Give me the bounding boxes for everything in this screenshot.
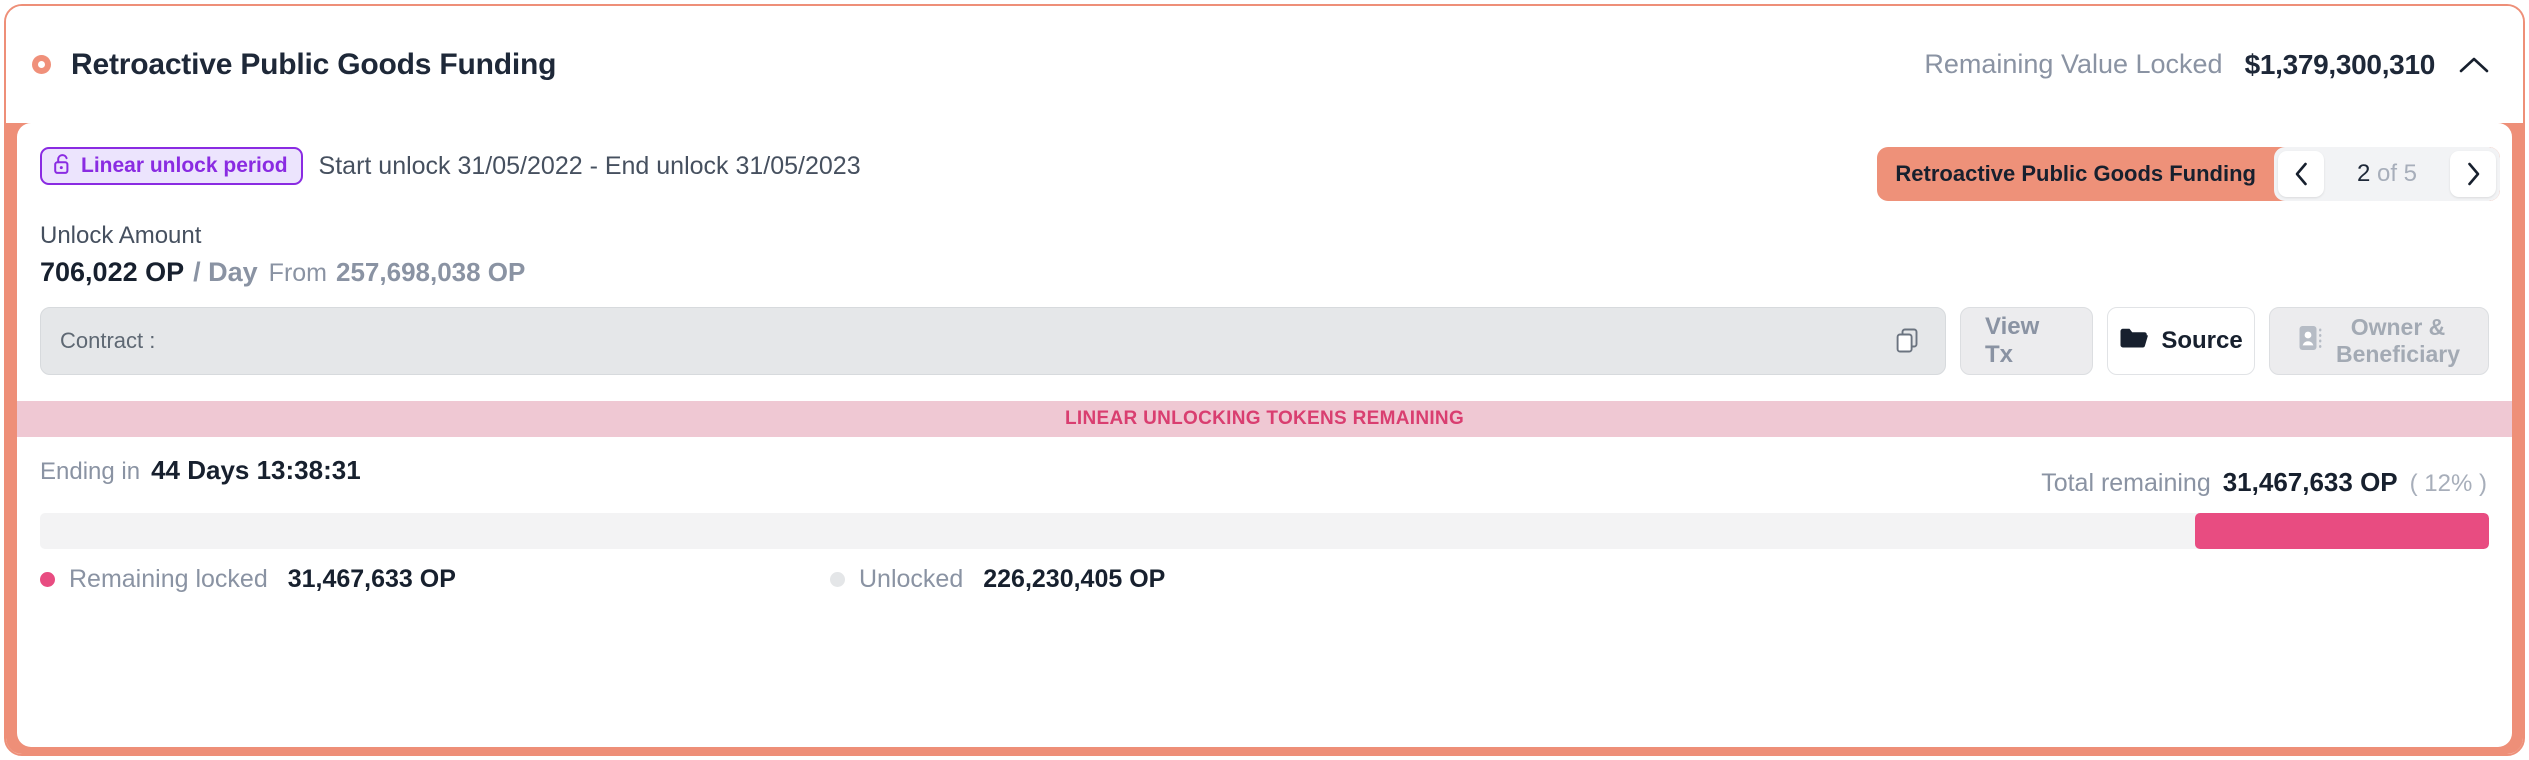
legend-dot-unlocked — [830, 572, 845, 587]
source-label: Source — [2161, 327, 2243, 354]
legend-label-remaining-locked: Remaining locked — [69, 565, 268, 593]
source-button[interactable]: Source — [2107, 307, 2255, 375]
legend-value-unlocked: 226,230,405 OP — [983, 565, 1166, 593]
detail-top-row: Linear unlock period Start unlock 31/05/… — [17, 123, 2512, 219]
owner-line-1: Owner & — [2350, 313, 2446, 340]
contact-card-icon — [2298, 323, 2324, 359]
remaining-value-locked-label: Remaining Value Locked — [1924, 49, 2223, 79]
pagination-controls: 2 of 5 — [2274, 147, 2500, 201]
unlock-date-range: Start unlock 31/05/2022 - End unlock 31/… — [318, 151, 861, 180]
unlock-detail-panel: Linear unlock period Start unlock 31/05/… — [17, 123, 2512, 747]
unlock-schedule-card: Retroactive Public Goods Funding Remaini… — [4, 4, 2525, 756]
unlock-amount-value: 706,022 OP — [40, 257, 185, 287]
chevron-up-icon[interactable] — [2457, 48, 2491, 82]
unlock-period-group: Linear unlock period Start unlock 31/05/… — [40, 147, 861, 185]
owner-beneficiary-label: Owner & Beneficiary — [2336, 314, 2460, 368]
view-tx-button[interactable]: View Tx — [1960, 307, 2093, 375]
linear-unlock-period-badge: Linear unlock period — [40, 147, 303, 185]
total-remaining-row: Total remaining 31,467,633 OP ( 12% ) — [2041, 467, 2487, 498]
legend-item-remaining-locked: Remaining locked 31,467,633 OP — [40, 565, 830, 594]
header-left-group: Retroactive Public Goods Funding — [32, 47, 557, 82]
unlock-amount-period: / Day — [193, 257, 258, 287]
header-right-group: Remaining Value Locked $1,379,300,310 — [1924, 48, 2491, 82]
folder-icon — [2119, 326, 2149, 357]
chevron-left-icon[interactable] — [2278, 151, 2324, 197]
contract-address-field[interactable]: Contract : — [40, 307, 1946, 375]
unlock-amount-label: Unlock Amount — [40, 222, 202, 249]
coral-frame: Linear unlock period Start unlock 31/05/… — [6, 123, 2523, 754]
card-header[interactable]: Retroactive Public Goods Funding Remaini… — [6, 6, 2523, 123]
remaining-value-locked-value: $1,379,300,310 — [2244, 48, 2436, 80]
contract-row: Contract : View Tx Source Owner & Benefi… — [40, 307, 2489, 375]
unlock-progress-fill — [2195, 513, 2489, 549]
linear-unlock-period-label: Linear unlock period — [81, 154, 288, 177]
total-remaining-label: Total remaining — [2041, 469, 2211, 497]
legend-item-unlocked: Unlocked 226,230,405 OP — [830, 565, 1165, 594]
pagination-current-page: 2 — [2356, 160, 2371, 187]
countdown-value: 44 Days 13:38:31 — [151, 455, 361, 485]
legend-dot-remaining-locked — [40, 572, 55, 587]
countdown-label: Ending in — [40, 458, 141, 485]
owner-line-2: Beneficiary — [2335, 341, 2460, 367]
page-title: Retroactive Public Goods Funding — [71, 47, 557, 81]
unlock-amount-from-label: From — [268, 259, 327, 287]
chevron-right-icon[interactable] — [2450, 151, 2496, 197]
unlock-padlock-icon — [53, 153, 72, 180]
schedule-pagination: Retroactive Public Goods Funding 2 of 5 — [1877, 147, 2500, 201]
progress-legend: Remaining locked 31,467,633 OP Unlocked … — [40, 565, 2489, 594]
unlock-amount-from-value: 257,698,038 OP — [336, 257, 526, 287]
pagination-counter: 2 of 5 — [2324, 160, 2450, 188]
copy-icon[interactable] — [1893, 326, 1923, 356]
token-dot-icon — [32, 55, 51, 74]
total-remaining-value: 31,467,633 OP — [2222, 467, 2398, 497]
contract-label: Contract : — [60, 328, 156, 353]
pagination-of-label: of — [2376, 160, 2397, 187]
linear-unlocking-banner-text: LINEAR UNLOCKING TOKENS REMAINING — [1064, 408, 1465, 429]
unlock-amount-row: 706,022 OP / Day From 257,698,038 OP — [40, 257, 525, 288]
owner-beneficiary-button[interactable]: Owner & Beneficiary — [2269, 307, 2489, 375]
legend-value-remaining-locked: 31,467,633 OP — [287, 565, 456, 593]
legend-label-unlocked: Unlocked — [859, 565, 964, 593]
linear-unlocking-banner: LINEAR UNLOCKING TOKENS REMAINING — [17, 401, 2512, 437]
total-remaining-percent: ( 12% ) — [2409, 470, 2487, 497]
pagination-current-name: Retroactive Public Goods Funding — [1895, 161, 2256, 186]
countdown-row: Ending in 44 Days 13:38:31 — [40, 455, 361, 486]
pagination-total-pages: 5 — [2403, 160, 2418, 187]
unlock-progress-bar — [40, 513, 2489, 549]
view-tx-label: View Tx — [1985, 313, 2040, 368]
